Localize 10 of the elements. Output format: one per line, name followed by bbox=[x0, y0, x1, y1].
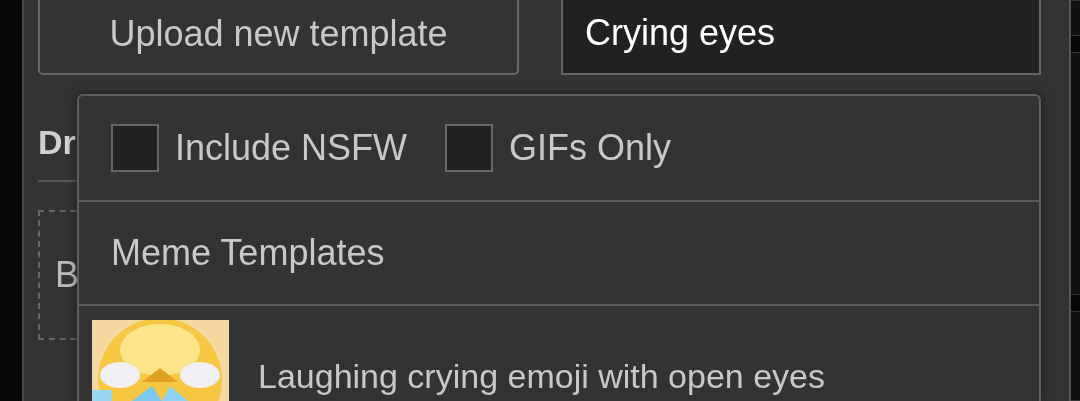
drop-zone-text: B bbox=[55, 254, 79, 296]
search-field[interactable]: Crying eyes bbox=[561, 0, 1041, 75]
section-heading: Dr bbox=[38, 123, 76, 162]
template-title[interactable]: Laughing crying emoji with open eyes bbox=[258, 357, 825, 396]
checkbox[interactable] bbox=[445, 124, 494, 172]
checkbox-label: GIFs Only bbox=[509, 127, 672, 169]
checkbox[interactable] bbox=[111, 124, 159, 172]
upload-template-button[interactable]: Upload new template bbox=[38, 0, 519, 75]
checkbox-label: Include NSFW bbox=[175, 127, 408, 169]
section-title: Meme Templates bbox=[111, 232, 385, 274]
